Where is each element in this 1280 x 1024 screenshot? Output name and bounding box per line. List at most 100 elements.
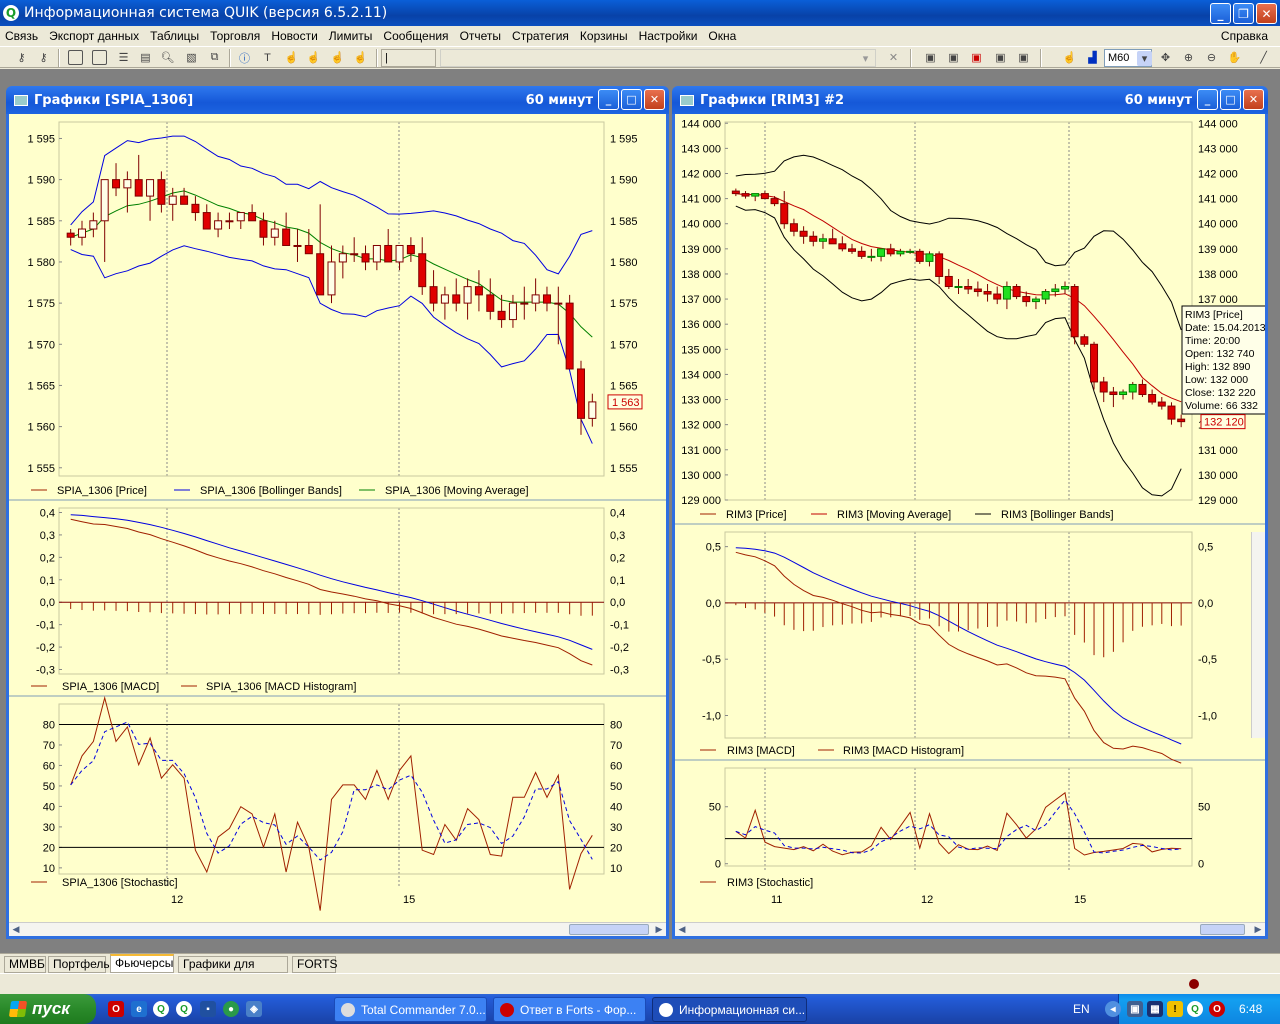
chart-window-spia-titlebar[interactable]: Графики [SPIA_1306] 60 минут _ □ ✕ (6, 86, 669, 114)
spia-macd-y-tick-right: 0,3 (610, 530, 625, 542)
chart-rim3-vscroll[interactable] (1251, 532, 1265, 738)
tray-monitor-icon[interactable]: ▦ (1147, 1001, 1163, 1017)
chart-save-icon[interactable]: ▣ (993, 50, 1008, 65)
disconnect-icon[interactable]: ⚷ (36, 50, 51, 65)
chart-window-rim3-titlebar[interactable]: Графики [RIM3] #2 60 минут _ □ ✕ (672, 86, 1268, 114)
candle-body (1177, 418, 1186, 423)
tab-0[interactable]: ММВБ (4, 956, 46, 973)
copy-icon[interactable]: ⧉ (207, 50, 222, 65)
chart-spia-close-button[interactable]: ✕ (644, 89, 665, 110)
tray-back-icon[interactable]: ◂ (1105, 1001, 1121, 1017)
hand3-icon[interactable]: ☝ (330, 50, 345, 65)
command-combo[interactable] (440, 49, 876, 67)
combo-dropdown-icon[interactable]: ▾ (858, 51, 873, 66)
trades-icon[interactable]: ▧ (184, 50, 199, 65)
hand-icon[interactable]: ☝ (284, 50, 299, 65)
zoom-in-icon[interactable]: ⊕ (1181, 50, 1196, 65)
scroll-thumb[interactable] (569, 924, 649, 935)
line-tool-icon[interactable]: ╱ (1256, 50, 1271, 65)
menu-item-2[interactable]: Таблицы (145, 29, 205, 43)
bollinger-upper-line (735, 154, 1182, 331)
move-icon[interactable]: ✥ (1158, 50, 1173, 65)
hand2-icon[interactable]: ☝ (306, 50, 321, 65)
scroll-thumb[interactable] (1200, 924, 1245, 935)
quotes-icon[interactable] (92, 50, 107, 65)
interval-dropdown-icon[interactable]: ▾ (1137, 51, 1152, 66)
task-opera-forts[interactable]: Ответ в Forts - Фор... (493, 997, 646, 1022)
spia-stoch-y-tick-right: 60 (610, 760, 622, 772)
chart-spia-minimize-button[interactable]: _ (598, 89, 619, 110)
chart-spia-maximize-button[interactable]: □ (621, 89, 642, 110)
start-label: пуск (32, 999, 70, 1018)
chart-print-icon[interactable]: ▣ (923, 50, 938, 65)
menu-item-7[interactable]: Отчеты (455, 29, 507, 43)
menu-item-11[interactable]: Окна (703, 29, 742, 43)
floppy-icon[interactable]: ▪ (200, 1001, 216, 1017)
minimize-button[interactable]: _ (1210, 3, 1231, 24)
quik2-quicklaunch-icon[interactable]: Q (176, 1001, 192, 1017)
quik-quicklaunch-icon[interactable]: Q (153, 1001, 169, 1017)
opera-icon[interactable]: O (108, 1001, 124, 1017)
chart-area-rim3[interactable]: 144 000 143 000 142 000 141 000 140 000 139 0… (675, 114, 1265, 922)
command-field[interactable]: | (381, 49, 436, 67)
menu-item-5[interactable]: Лимиты (324, 29, 379, 43)
rim3-price-y-tick-right: 131 000 (1198, 445, 1238, 457)
menu-item-10[interactable]: Настройки (634, 29, 704, 43)
tab-4[interactable]: FORTS (292, 956, 337, 973)
scroll-right-icon[interactable]: ▶ (652, 923, 666, 936)
menu-item-1[interactable]: Экспорт данных (44, 29, 145, 43)
menu-item-9[interactable]: Корзины (575, 29, 634, 43)
candle-body (304, 244, 313, 255)
scroll-left-icon[interactable]: ◀ (9, 923, 23, 936)
tab-2[interactable]: Фьючерсы (110, 954, 174, 973)
explorer-icon[interactable]: ◈ (246, 1001, 262, 1017)
chart-spia-hscroll[interactable]: ◀ ▶ (9, 922, 666, 936)
candle-body (542, 294, 551, 304)
tray-opera-icon[interactable]: O (1209, 1001, 1225, 1017)
globe-icon[interactable]: ● (223, 1001, 239, 1017)
task-quik[interactable]: Информационная си... (652, 997, 807, 1022)
chart-rim3-close-button[interactable]: ✕ (1243, 89, 1264, 110)
scroll-left-icon[interactable]: ◀ (675, 923, 689, 936)
zoom-out-icon[interactable]: ⊖ (1204, 50, 1219, 65)
chart-delete-icon[interactable]: ▣ (969, 50, 984, 65)
close-button[interactable]: ✕ (1256, 3, 1277, 24)
chart-copy-icon[interactable]: ▣ (1016, 50, 1031, 65)
menu-item-3[interactable]: Торговля (205, 29, 266, 43)
task-total-commander[interactable]: Total Commander 7.0... (334, 997, 487, 1022)
scroll-right-icon[interactable]: ▶ (1251, 923, 1265, 936)
menu-help[interactable]: Справка (1216, 29, 1274, 43)
chart-rim3-maximize-button[interactable]: □ (1220, 89, 1241, 110)
candle-body (497, 310, 506, 321)
restore-button[interactable]: ❐ (1233, 3, 1254, 24)
start-button[interactable]: пуск (0, 994, 96, 1024)
tray-network-icon[interactable]: ▣ (1127, 1001, 1143, 1017)
info-icon[interactable]: ⓘ (237, 50, 252, 65)
text-icon[interactable]: T (260, 50, 275, 65)
orders-icon[interactable]: ▤ (138, 50, 153, 65)
chart-area-spia[interactable]: 1 595 1 590 1 585 1 580 1 575 1 570 1 565 1 560… (9, 114, 666, 922)
search-table-icon[interactable]: 🔍︎ (160, 50, 175, 65)
grab-icon[interactable]: ✋ (1227, 50, 1242, 65)
menu-item-4[interactable]: Новости (266, 29, 323, 43)
list-icon[interactable]: ☰ (116, 50, 131, 65)
connect-icon[interactable]: ⚷ (14, 50, 29, 65)
menu-item-0[interactable]: Связь (0, 29, 44, 43)
ie-icon[interactable]: e (131, 1001, 147, 1017)
pan-icon[interactable]: ☝ (1062, 50, 1077, 65)
clear-icon[interactable]: ✕ (886, 50, 901, 65)
chart-rim3-hscroll[interactable]: ◀ ▶ (675, 922, 1265, 936)
language-indicator[interactable]: EN (1073, 1002, 1090, 1016)
tab-3[interactable]: Графики для робота (178, 956, 288, 986)
tray-quik-icon[interactable]: Q (1187, 1001, 1203, 1017)
tray-warning-icon[interactable]: ! (1167, 1001, 1183, 1017)
tab-1[interactable]: Портфель (48, 956, 110, 973)
hand4-icon[interactable]: ☝ (353, 50, 368, 65)
bar-chart-icon[interactable]: ▟ (1085, 50, 1100, 65)
chart-edit-icon[interactable]: ▣ (946, 50, 961, 65)
menu-item-8[interactable]: Стратегия (507, 29, 575, 43)
table-icon[interactable] (68, 50, 83, 65)
legend-label: RIM3 [Moving Average] (837, 509, 951, 521)
chart-rim3-minimize-button[interactable]: _ (1197, 89, 1218, 110)
menu-item-6[interactable]: Сообщения (378, 29, 454, 43)
